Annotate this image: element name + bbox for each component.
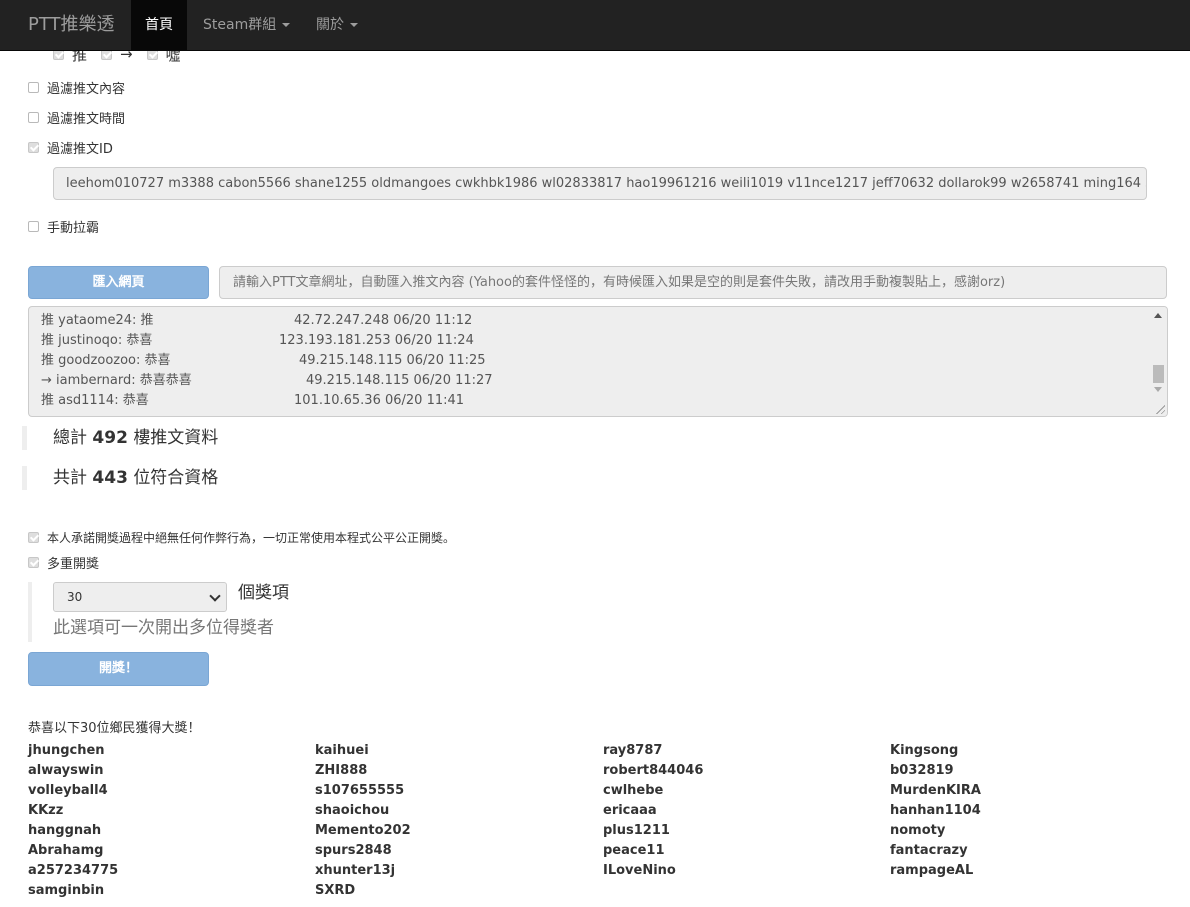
prize-block-border (28, 582, 32, 642)
qualified-stat: 共計 443 位符合資格 (22, 466, 218, 490)
winner-name: volleyball4 (28, 783, 108, 798)
nav-home[interactable]: 首頁 (131, 0, 187, 50)
total-posts-stat: 總計 492 樓推文資料 (22, 426, 218, 450)
winner-name: ILoveNino (603, 863, 676, 878)
prize-unit-label: 個獎項 (238, 583, 289, 603)
import-button[interactable]: 匯入網頁 (28, 266, 209, 299)
winner-name: plus1211 (603, 823, 670, 838)
nav-steam-group-label: Steam群組 (203, 17, 277, 33)
promise-label: 本人承諾開獎過程中絕無任何作弊行為，一切正常使用本程式公平公正開獎。 (47, 530, 456, 545)
winner-name: Abrahamg (28, 843, 104, 858)
filter-time-checkbox[interactable] (28, 111, 39, 123)
winner-name: nomoty (890, 823, 946, 838)
scroll-thumb[interactable] (1153, 365, 1164, 383)
winner-name: rampageAL (890, 863, 974, 878)
winner-name: MurdenKIRA (890, 783, 981, 798)
winner-name: s107655555 (315, 783, 405, 798)
winner-name: alwayswin (28, 763, 104, 778)
chevron-down-icon (282, 23, 291, 27)
textarea-scrollbar[interactable] (1150, 307, 1167, 416)
comment-line: 推 justinoqo: 恭喜 123.193.181.253 06/20 11:… (41, 333, 474, 348)
promise-checkbox[interactable] (28, 531, 39, 543)
filter-content-checkbox[interactable] (28, 81, 39, 93)
promise-row[interactable]: 本人承諾開獎過程中絕無任何作弊行為，一切正常使用本程式公平公正開獎。 (28, 527, 455, 547)
winner-name: kaihuei (315, 743, 369, 758)
resize-grip-icon[interactable] (1155, 404, 1165, 414)
filter-content-row[interactable]: 過濾推文內容 (28, 77, 125, 97)
filter-id-label: 過濾推文ID (47, 141, 113, 157)
winner-name: xhunter13j (315, 863, 396, 878)
nav-steam-group-dropdown[interactable]: Steam群組 (189, 0, 304, 50)
manual-slot-row[interactable]: 手動拉霸 (28, 216, 99, 236)
winner-name: SXRD (315, 883, 356, 898)
comments-textarea[interactable]: 推 yataome24: 推 42.72.247.248 06/20 11:12 … (28, 306, 1168, 417)
multi-draw-checkbox[interactable] (28, 556, 39, 568)
winner-name: KKzz (28, 803, 64, 818)
comment-line: 推 goodzoozoo: 恭喜 49.215.148.115 06/20 11:… (41, 353, 486, 368)
prize-count-value: 30 (67, 590, 83, 604)
winner-name: jhungchen (28, 743, 105, 758)
filter-content-label: 過濾推文內容 (47, 81, 126, 97)
winner-name: a257234775 (28, 863, 119, 878)
navbar: PTT推樂透 首頁 Steam群組 關於 (0, 0, 1190, 51)
winner-name: ray8787 (603, 743, 663, 758)
manual-slot-label: 手動拉霸 (47, 220, 100, 236)
qualified-count: 443 (92, 468, 128, 488)
scroll-down-icon[interactable] (1154, 387, 1162, 392)
comment-line: 推 asd1114: 恭喜 101.10.65.36 06/20 11:41 (41, 393, 465, 408)
prize-help-text: 此選項可一次開出多位得獎者 (53, 618, 274, 638)
winner-name: b032819 (890, 763, 954, 778)
winner-name: hanggnah (28, 823, 102, 838)
winner-name: samginbin (28, 883, 105, 898)
winner-name: cwlhebe (603, 783, 664, 798)
multi-draw-label: 多重開獎 (47, 556, 100, 572)
winner-name: shaoichou (315, 803, 390, 818)
total-count: 492 (92, 428, 128, 448)
filter-id-row[interactable]: 過濾推文ID (28, 137, 113, 157)
chevron-down-icon (350, 23, 358, 27)
brand-link[interactable]: PTT推樂透 (28, 0, 115, 50)
winner-name: robert844046 (603, 763, 704, 778)
comment-line: 推 yataome24: 推 42.72.247.248 06/20 11:12 (41, 313, 473, 328)
nav-about-dropdown[interactable]: 關於 (302, 0, 372, 50)
winner-name: spurs2848 (315, 843, 392, 858)
url-input[interactable]: 請輸入PTT文章網址，自動匯入推文內容 (Yahoo的套件怪怪的，有時候匯入如果… (219, 266, 1167, 299)
winner-name: peace11 (603, 843, 665, 858)
filter-id-input[interactable]: leehom010727 m3388 cabon5566 shane1255 o… (53, 167, 1147, 200)
scroll-up-icon[interactable] (1154, 313, 1162, 318)
winners-title: 恭喜以下30位鄉民獲得大獎！ (28, 721, 201, 736)
filter-id-checkbox[interactable] (28, 141, 39, 153)
filter-time-row[interactable]: 過濾推文時間 (28, 107, 125, 127)
prize-count-select[interactable]: 30 (53, 582, 227, 612)
filter-time-label: 過濾推文時間 (47, 111, 126, 127)
nav-about-label: 關於 (316, 17, 344, 33)
chevron-down-icon (209, 590, 221, 602)
winner-name: ZHI888 (315, 763, 368, 778)
winner-name: ericaaa (603, 803, 657, 818)
multi-draw-row[interactable]: 多重開獎 (28, 552, 99, 572)
winner-name: fantacrazy (890, 843, 968, 858)
comment-line: → iambernard: 恭喜恭喜 49.215.148.115 06/20 1… (41, 373, 493, 388)
manual-slot-checkbox[interactable] (28, 220, 39, 232)
winner-name: hanhan1104 (890, 803, 981, 818)
draw-button[interactable]: 開獎！ (28, 652, 209, 686)
winner-name: Kingsong (890, 743, 959, 758)
winner-name: Memento202 (315, 823, 411, 838)
